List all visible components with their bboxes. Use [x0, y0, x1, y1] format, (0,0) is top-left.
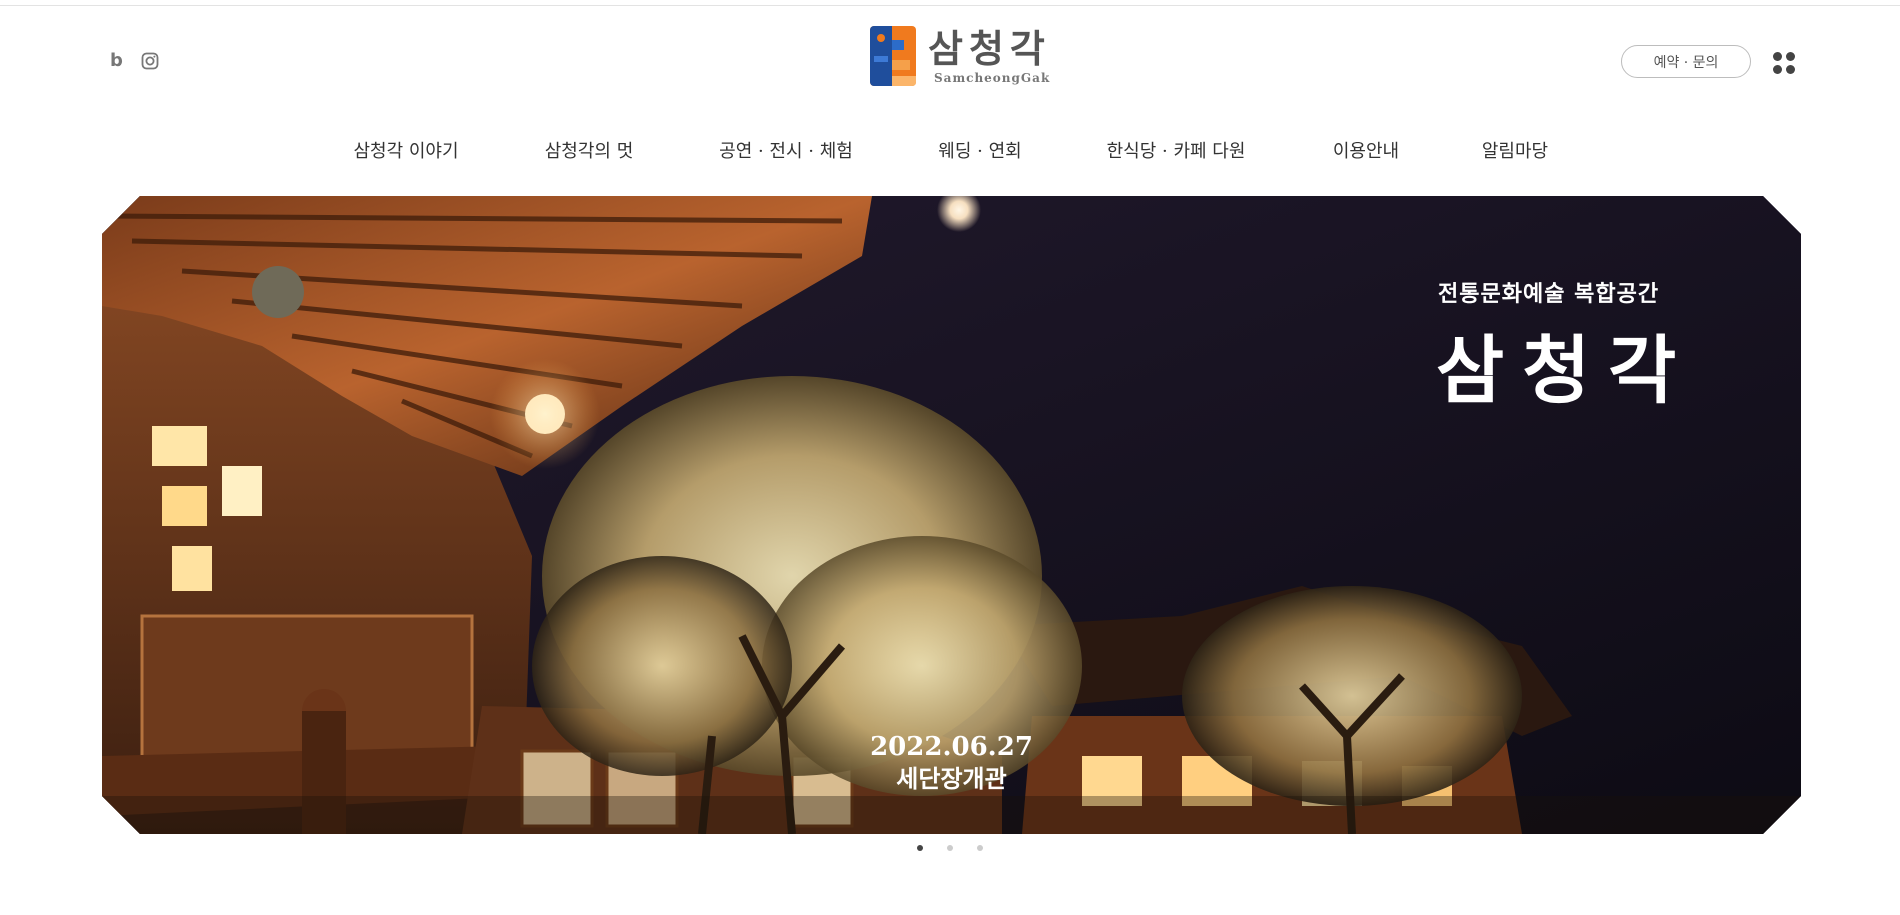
- slider-pagination: [917, 845, 983, 851]
- site-logo[interactable]: 삼청각 SamcheongGak: [870, 26, 1051, 86]
- blog-icon[interactable]: b: [110, 50, 123, 72]
- slide-dot-3[interactable]: [977, 845, 983, 851]
- dot: [1773, 52, 1782, 61]
- nav-item-notice[interactable]: 알림마당: [1482, 138, 1548, 166]
- hero-slide[interactable]: 전통문화예술 복합공간 삼청각 2022.06.27 세단장개관: [102, 196, 1801, 834]
- logo-name-ko: 삼청각: [928, 26, 1051, 71]
- grid-dots-icon[interactable]: [1773, 52, 1795, 74]
- nav-item-guide[interactable]: 이용안내: [1333, 138, 1399, 166]
- dot: [1773, 65, 1782, 74]
- slide-dot-1[interactable]: [917, 845, 923, 851]
- hero-date: 2022.06.27: [870, 732, 1033, 762]
- hero-caption: 세단장개관: [896, 764, 1007, 793]
- slide-dot-2[interactable]: [947, 845, 953, 851]
- logo-mark-icon: [870, 26, 916, 86]
- nav-item-beauty[interactable]: 삼청각의 멋: [545, 138, 634, 166]
- nav-item-performance[interactable]: 공연 · 전시 · 체험: [719, 138, 853, 166]
- hero-title: 삼청각: [1436, 328, 1695, 414]
- social-links: b: [110, 50, 159, 72]
- nav-item-restaurant[interactable]: 한식당 · 카페 다원: [1107, 138, 1246, 166]
- reservation-inquiry-button[interactable]: 예약 · 문의: [1621, 45, 1751, 78]
- dot: [1786, 65, 1795, 74]
- logo-text: 삼청각 SamcheongGak: [928, 26, 1051, 86]
- instagram-icon[interactable]: [141, 52, 159, 70]
- logo-name-en: SamcheongGak: [934, 71, 1051, 85]
- nav-item-wedding[interactable]: 웨딩 · 연회: [938, 138, 1021, 166]
- main-nav: 삼청각 이야기 삼청각의 멋 공연 · 전시 · 체험 웨딩 · 연회 한식당 …: [0, 138, 1900, 168]
- hero-subtitle: 전통문화예술 복합공간: [1438, 281, 1660, 307]
- nav-item-story[interactable]: 삼청각 이야기: [353, 138, 458, 166]
- top-border: [0, 0, 1900, 6]
- dot: [1786, 52, 1795, 61]
